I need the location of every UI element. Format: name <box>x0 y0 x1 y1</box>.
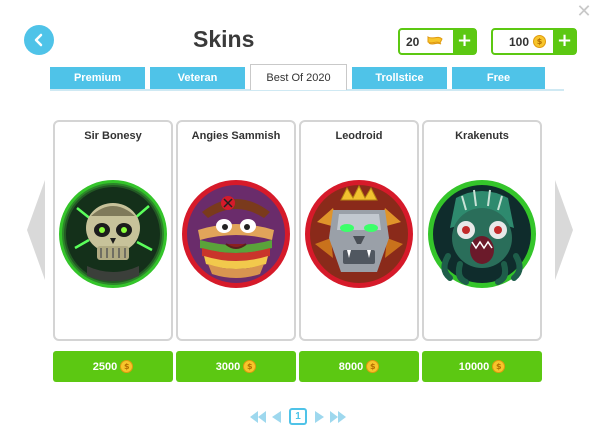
angies-sammish-portrait <box>182 180 290 288</box>
coin-icon: $ <box>492 360 506 373</box>
coins-counter: 100 $ + <box>491 28 577 55</box>
leodroid-portrait <box>305 180 413 288</box>
add-coins-button[interactable]: + <box>553 29 576 54</box>
skin-card-krakenuts[interactable]: Krakenuts <box>422 120 542 341</box>
current-page[interactable]: 1 <box>289 408 307 425</box>
coin-icon: $ <box>120 360 134 373</box>
sir-bonesy-portrait <box>59 180 167 288</box>
tab-best-of-2020[interactable]: Best Of 2020 <box>250 64 347 90</box>
tab-label: Veteran <box>177 72 218 84</box>
tab-veteran[interactable]: Veteran <box>150 67 245 89</box>
previous-page-icon[interactable] <box>272 411 281 423</box>
skin-card-angies-sammish[interactable]: Angies Sammish <box>176 120 296 341</box>
tab-label: Trollstice <box>375 72 424 84</box>
krakenuts-portrait <box>428 180 536 288</box>
last-page-icon[interactable] <box>330 411 346 423</box>
coins-value: 100 <box>509 34 530 49</box>
first-page-icon[interactable] <box>250 411 266 423</box>
coin-icon: $ <box>243 360 257 373</box>
buy-angies-sammish-button[interactable]: 3000 $ <box>176 351 296 382</box>
skin-name: Krakenuts <box>455 130 509 142</box>
next-page-icon[interactable] <box>315 411 324 423</box>
skin-name: Sir Bonesy <box>84 130 142 142</box>
tab-free[interactable]: Free <box>452 67 545 89</box>
skin-card-sir-bonesy[interactable]: Sir Bonesy <box>53 120 173 341</box>
tab-label: Best Of 2020 <box>266 71 331 84</box>
tickets-counter: 20 + <box>398 28 477 55</box>
previous-arrow[interactable] <box>27 180 45 280</box>
tab-premium[interactable]: Premium <box>50 67 145 89</box>
back-button[interactable] <box>24 25 54 55</box>
pagination: 1 <box>250 407 355 427</box>
buy-leodroid-button[interactable]: 8000 $ <box>299 351 419 382</box>
buy-sir-bonesy-button[interactable]: 2500 $ <box>53 351 173 382</box>
chevron-left-icon <box>34 33 43 47</box>
tab-trollstice[interactable]: Trollstice <box>352 67 447 89</box>
skin-name: Angies Sammish <box>191 130 281 142</box>
close-icon[interactable]: ✕ <box>576 3 592 21</box>
price-value: 2500 <box>92 360 118 373</box>
buy-krakenuts-button[interactable]: 10000 $ <box>422 351 542 382</box>
skin-category-tabs: Premium Veteran Best Of 2020 Trollstice … <box>50 64 564 90</box>
page-title: Skins <box>193 26 255 52</box>
tab-label: Premium <box>73 72 122 84</box>
skin-card-leodroid[interactable]: Leodroid <box>299 120 419 341</box>
price-value: 3000 <box>215 360 241 373</box>
coin-icon: $ <box>366 360 380 373</box>
price-value: 8000 <box>338 360 364 373</box>
price-value: 10000 <box>458 360 490 373</box>
tickets-value: 20 <box>406 34 420 49</box>
tab-label: Free <box>486 72 511 84</box>
skin-name: Leodroid <box>335 130 383 142</box>
ticket-icon <box>427 35 443 45</box>
coin-icon: $ <box>533 35 547 48</box>
next-arrow[interactable] <box>555 180 573 280</box>
add-tickets-button[interactable]: + <box>453 29 476 54</box>
